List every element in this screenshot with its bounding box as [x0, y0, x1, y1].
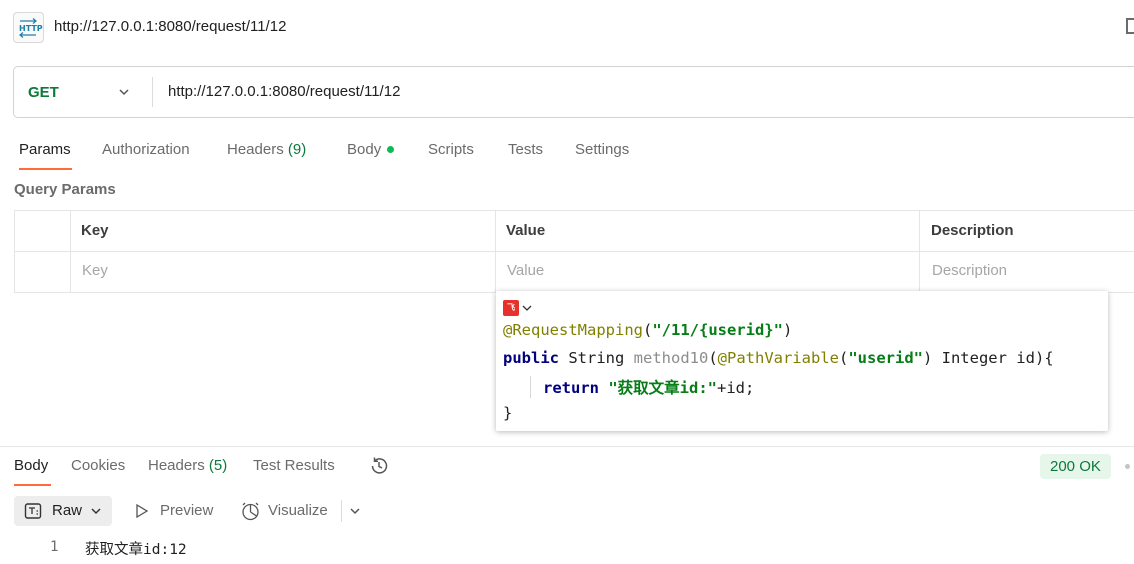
tab-settings[interactable]: Settings [575, 141, 629, 158]
translate-app-icon[interactable]: 飞 [503, 300, 519, 316]
value-input[interactable]: Value [507, 262, 544, 279]
preview-button[interactable]: Preview [160, 502, 213, 519]
tab-label: Scripts [428, 141, 474, 158]
toolbar-divider [341, 500, 342, 522]
tab-label: Params [19, 141, 71, 158]
http-icon: HTTP [13, 12, 44, 43]
visualize-button[interactable]: Visualize [268, 502, 328, 519]
raw-label: Raw [52, 502, 83, 519]
chevron-down-icon[interactable] [117, 85, 131, 99]
play-icon [136, 503, 149, 519]
chevron-down-icon[interactable] [89, 504, 103, 518]
tab-body[interactable]: Body [347, 141, 395, 158]
tab-tests[interactable]: Tests [508, 141, 543, 158]
column-header-value: Value [506, 222, 546, 239]
tab-label: Tests [508, 141, 544, 158]
response-tab-cookies[interactable]: Cookies [71, 457, 125, 474]
tab-label: Test Results [253, 457, 335, 474]
url-input[interactable]: http://127.0.0.1:8080/request/11/12 [168, 83, 400, 100]
response-body-text[interactable]: 获取文章id:12 [85, 538, 187, 559]
response-tab-headers[interactable]: Headers (5) [148, 457, 227, 474]
text-format-icon [24, 503, 42, 519]
window-panel-icon[interactable] [1126, 18, 1134, 34]
tab-label: Body [14, 457, 49, 474]
table-border-left [14, 210, 15, 293]
table-border-mid [14, 251, 1134, 252]
tab-authorization[interactable]: Authorization [102, 141, 190, 158]
tab-label: Headers [148, 457, 205, 474]
column-header-key: Key [81, 222, 109, 239]
headers-count: (9) [287, 141, 307, 158]
tab-label: Authorization [102, 141, 190, 158]
body-indicator-dot [387, 145, 395, 153]
tab-headers[interactable]: Headers (9) [227, 141, 306, 158]
response-tab-body[interactable]: Body [14, 457, 48, 474]
key-input[interactable]: Key [82, 262, 108, 279]
svg-text:HTTP: HTTP [19, 24, 43, 33]
history-icon[interactable] [368, 455, 390, 477]
response-tab-test-results[interactable]: Test Results [253, 457, 335, 474]
table-col-divider [495, 210, 496, 293]
code-line: public String method10(@PathVariable("us… [503, 349, 1054, 367]
response-divider [0, 446, 1134, 447]
tab-label: Headers [227, 141, 284, 158]
query-params-title: Query Params [14, 181, 116, 198]
description-input[interactable]: Description [932, 262, 1007, 279]
table-col-divider [919, 210, 920, 293]
indent-guide [530, 376, 531, 398]
code-line: @RequestMapping("/11/{userid}") [503, 321, 793, 339]
tab-label: Body [347, 141, 382, 158]
tab-params[interactable]: Params [19, 141, 71, 158]
more-indicator [1125, 464, 1130, 469]
active-tab-indicator [14, 484, 51, 486]
status-badge[interactable]: 200 OK [1040, 454, 1111, 479]
chevron-down-icon[interactable] [348, 504, 362, 518]
chevron-down-icon[interactable] [522, 303, 532, 313]
request-title[interactable]: http://127.0.0.1:8080/request/11/12 [54, 18, 286, 35]
active-tab-indicator [19, 168, 72, 170]
headers-count: (5) [208, 457, 228, 474]
url-divider [152, 77, 153, 107]
tab-label: Cookies [71, 457, 126, 474]
tab-scripts[interactable]: Scripts [428, 141, 474, 158]
method-select[interactable]: GET [28, 84, 59, 101]
table-border-top [14, 210, 1134, 211]
tab-label: Settings [575, 141, 630, 158]
code-line: return "获取文章id:"+id; [543, 379, 755, 397]
visualize-icon [242, 502, 259, 521]
column-header-description: Description [931, 222, 1014, 239]
code-line: } [503, 404, 513, 422]
line-number: 1 [50, 539, 59, 555]
table-col-divider [70, 210, 71, 293]
